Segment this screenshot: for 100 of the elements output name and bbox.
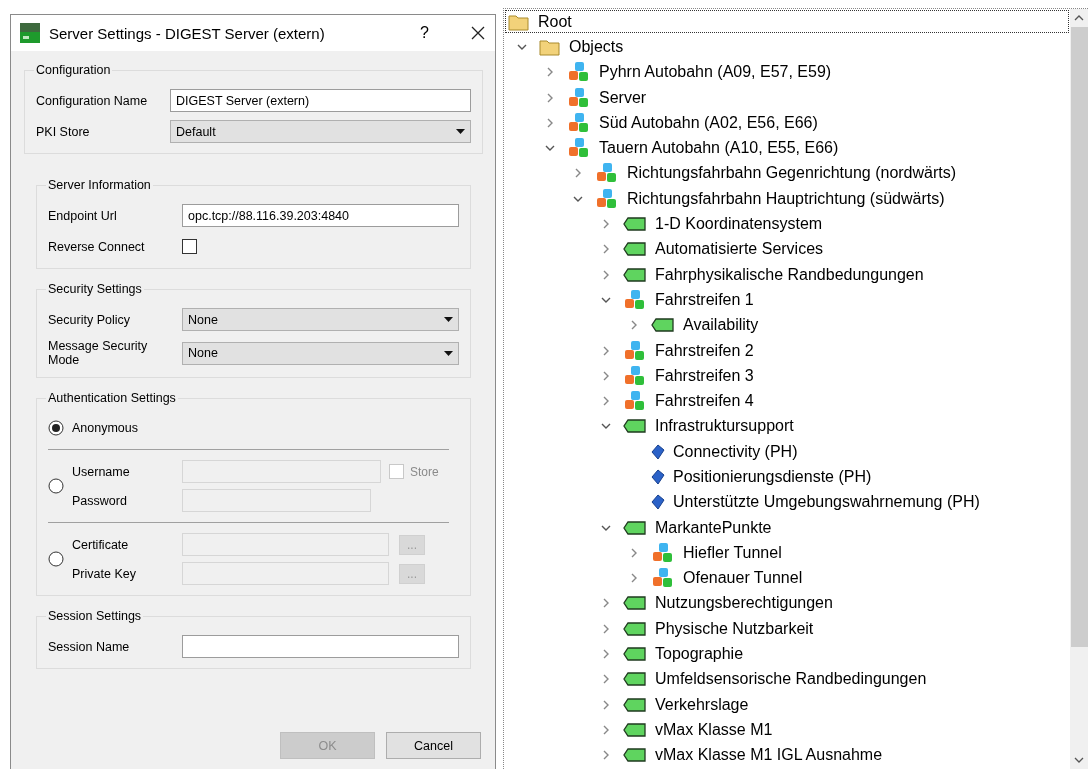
cubes-icon bbox=[567, 137, 591, 160]
radio-button[interactable] bbox=[48, 420, 64, 436]
tag-icon bbox=[651, 318, 675, 333]
scroll-up-icon[interactable] bbox=[1074, 15, 1084, 21]
diamond-icon bbox=[651, 443, 665, 460]
cubes-icon bbox=[623, 339, 647, 362]
group-title: Session Settings bbox=[47, 609, 143, 623]
chevron-icon[interactable] bbox=[545, 117, 555, 128]
scrollbar-thumb[interactable] bbox=[1070, 27, 1088, 647]
app-icon bbox=[19, 22, 41, 44]
chevron-icon[interactable] bbox=[601, 623, 611, 634]
tree-item[interactable]: Nutzungsberechtigungen bbox=[655, 594, 833, 613]
cubes-icon bbox=[623, 364, 647, 387]
tag-icon bbox=[623, 419, 647, 434]
field-label: Session Name bbox=[48, 639, 131, 654]
tree-item[interactable]: Automatisierte Services bbox=[655, 240, 824, 259]
field-label: Certificate bbox=[72, 537, 130, 552]
field-label: Password bbox=[72, 493, 128, 508]
chevron-icon[interactable] bbox=[601, 724, 611, 735]
chevron-icon[interactable] bbox=[601, 699, 611, 710]
chevron-icon[interactable] bbox=[601, 269, 611, 280]
tree-item[interactable]: Positionierungsdienste (PH) bbox=[673, 468, 872, 486]
tree-item[interactable]: Verkehrslage bbox=[655, 695, 749, 714]
tree-item[interactable]: Objects bbox=[569, 37, 624, 56]
tree-item[interactable]: Unterstützte Umgebungswahrnemung (PH) bbox=[673, 493, 980, 512]
radio-button[interactable] bbox=[48, 478, 64, 494]
tag-icon bbox=[623, 722, 647, 737]
dialog-button[interactable]: Cancel bbox=[386, 732, 481, 759]
tree-item[interactable]: Umfeldsensorische Randbedingungen bbox=[655, 670, 927, 689]
chevron-icon[interactable] bbox=[601, 219, 611, 229]
input-field[interactable]: opc.tcp://88.116.39.203:4840 bbox=[182, 204, 459, 227]
radio-button[interactable] bbox=[48, 551, 64, 567]
scroll-down-icon[interactable] bbox=[1074, 757, 1084, 763]
tree-item[interactable]: Hiefler Tunnel bbox=[683, 543, 782, 562]
chevron-icon[interactable] bbox=[601, 674, 611, 685]
tag-icon bbox=[623, 697, 647, 712]
tree-item[interactable]: vMax Klasse M1 IGL Ausnahme bbox=[655, 746, 883, 765]
cubes-icon bbox=[567, 111, 591, 134]
dropdown[interactable]: Default bbox=[170, 120, 471, 143]
input-field[interactable]: DIGEST Server (extern) bbox=[170, 89, 471, 112]
tree-item[interactable]: Topographie bbox=[655, 645, 744, 664]
chevron-icon[interactable] bbox=[601, 244, 611, 255]
folder-icon bbox=[508, 12, 530, 31]
tree-item[interactable]: Richtungsfahrbahn Hauptrichtung (südwärts) bbox=[627, 189, 945, 208]
chevron-icon[interactable] bbox=[545, 67, 555, 78]
tag-icon bbox=[623, 596, 647, 611]
radio-label: Anonymous bbox=[72, 420, 138, 437]
tree-item[interactable]: Server bbox=[599, 88, 647, 107]
group-title: Server Information bbox=[47, 178, 152, 192]
tree-item[interactable]: Fahrstreifen 3 bbox=[655, 366, 754, 385]
cubes-icon bbox=[567, 61, 591, 84]
field-label: Private Key bbox=[72, 566, 137, 581]
chevron-icon[interactable] bbox=[629, 320, 639, 331]
chevron-icon[interactable] bbox=[629, 573, 639, 584]
help-button[interactable]: ? bbox=[420, 24, 429, 42]
chevron-icon[interactable] bbox=[601, 396, 611, 407]
cubes-icon bbox=[595, 187, 619, 210]
group-title: Security Settings bbox=[47, 282, 143, 296]
chevron-icon[interactable] bbox=[601, 598, 611, 609]
tree-item[interactable]: Pyhrn Autobahn (A09, E57, E59) bbox=[599, 63, 832, 82]
cubes-icon bbox=[567, 86, 591, 109]
tree-item[interactable]: Süd Autobahn (A02, E56, E66) bbox=[599, 113, 818, 132]
chevron-icon[interactable] bbox=[545, 92, 555, 103]
tree-item[interactable]: Ofenauer Tunnel bbox=[683, 569, 803, 588]
field-label: Security Policy bbox=[48, 312, 131, 327]
chevron-icon[interactable] bbox=[629, 547, 639, 558]
chevron-icon[interactable] bbox=[601, 649, 611, 660]
cubes-icon bbox=[651, 567, 675, 590]
tree-item[interactable]: vMax Klasse M1 bbox=[655, 720, 773, 739]
chevron-icon[interactable] bbox=[573, 168, 583, 179]
tree-item[interactable]: Fahrstreifen 1 bbox=[655, 290, 754, 309]
tree-item[interactable]: 1-D Koordinatensystem bbox=[655, 215, 823, 233]
caret-icon bbox=[444, 350, 453, 356]
input-field[interactable] bbox=[182, 635, 459, 658]
tree-item[interactable]: MarkantePunkte bbox=[655, 518, 772, 537]
folder-icon bbox=[539, 37, 561, 56]
close-icon[interactable] bbox=[471, 26, 485, 40]
checkbox[interactable] bbox=[182, 239, 197, 254]
tag-icon bbox=[623, 621, 647, 636]
chevron-icon[interactable] bbox=[601, 345, 611, 356]
tree-item[interactable]: Physische Nutzbarkeit bbox=[655, 619, 814, 638]
tree-item[interactable]: Connectivity (PH) bbox=[673, 442, 798, 461]
tree-item[interactable]: Infrastruktursupport bbox=[655, 417, 794, 436]
tree-item[interactable]: Richtungsfahrbahn Gegenrichtung (nordwärts) bbox=[627, 164, 957, 183]
tag-icon bbox=[623, 672, 647, 687]
tree-item[interactable]: Availability bbox=[683, 316, 759, 335]
field-label: Configuration Name bbox=[36, 93, 149, 108]
chevron-icon[interactable] bbox=[601, 750, 611, 761]
tree-item[interactable]: Root bbox=[538, 12, 572, 31]
tree-item[interactable]: Tauern Autobahn (A10, E55, E66) bbox=[599, 139, 839, 158]
field-label: Reverse Connect bbox=[48, 239, 146, 254]
window-title: Server Settings - DIGEST Server (extern) bbox=[49, 24, 326, 42]
dropdown[interactable]: None bbox=[182, 341, 459, 365]
tree-item[interactable]: Fahrphysikalische Randbedungungen bbox=[655, 265, 924, 284]
tree-item[interactable]: Fahrstreifen 4 bbox=[655, 392, 754, 411]
chevron-icon[interactable] bbox=[601, 370, 611, 381]
tree-item[interactable]: Fahrstreifen 2 bbox=[655, 341, 754, 360]
group-title: Authentication Settings bbox=[47, 391, 177, 405]
dropdown[interactable]: None bbox=[182, 308, 459, 331]
field-label: Message Security Mode bbox=[48, 339, 149, 367]
